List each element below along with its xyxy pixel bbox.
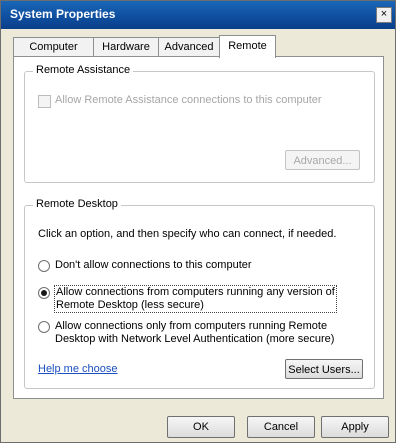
remote-assistance-group: Remote Assistance Allow Remote Assistanc…	[24, 64, 375, 183]
radio-dont-allow[interactable]	[38, 260, 50, 272]
remote-desktop-group: Remote Desktop Click an option, and then…	[24, 198, 375, 389]
radio-allow-nla-only-line2: Desktop with Network Level Authenticatio…	[55, 333, 335, 345]
tab-computer-name[interactable]: Computer Name	[13, 37, 94, 71]
help-me-choose-link[interactable]: Help me choose	[38, 363, 118, 376]
title-bar[interactable]: System Properties ×	[1, 1, 395, 29]
tab-hardware[interactable]: Hardware	[93, 37, 159, 56]
remote-desktop-group-label: Remote Desktop	[33, 198, 121, 210]
allow-remote-assistance-label: Allow Remote Assistance connections to t…	[55, 94, 322, 106]
radio-allow-any-version[interactable]	[38, 287, 50, 299]
radio-allow-any-version-line2: Remote Desktop (less secure)	[56, 299, 204, 311]
radio-allow-any-version-line1: Allow connections from computers running…	[56, 286, 335, 298]
radio-allow-nla-only-line1: Allow connections only from computers ru…	[55, 320, 328, 332]
ok-button[interactable]: OK	[167, 416, 235, 438]
radio-allow-nla-only-label: Allow connections only from computers ru…	[55, 320, 334, 346]
tab-remote[interactable]: Remote	[219, 35, 276, 58]
radio-dont-allow-label: Don't allow connections to this computer	[55, 259, 252, 271]
radio-selected-dot	[41, 290, 47, 296]
tab-advanced[interactable]: Advanced	[158, 37, 220, 56]
close-icon[interactable]: ×	[376, 7, 392, 23]
advanced-button[interactable]: Advanced...	[285, 150, 360, 170]
radio-allow-any-version-label: Allow connections from computers running…	[54, 285, 337, 313]
radio-allow-nla-only[interactable]	[38, 321, 50, 333]
window-title: System Properties	[10, 7, 116, 21]
cancel-button[interactable]: Cancel	[247, 416, 315, 438]
system-properties-window: System Properties × Computer Name Hardwa…	[0, 0, 396, 443]
remote-desktop-instruction: Click an option, and then specify who ca…	[38, 228, 337, 240]
remote-tab-panel: Remote Assistance Allow Remote Assistanc…	[13, 56, 384, 399]
apply-button[interactable]: Apply	[321, 416, 389, 438]
allow-remote-assistance-checkbox[interactable]	[38, 95, 51, 108]
remote-assistance-group-label: Remote Assistance	[33, 64, 134, 76]
select-users-button[interactable]: Select Users...	[285, 359, 363, 379]
